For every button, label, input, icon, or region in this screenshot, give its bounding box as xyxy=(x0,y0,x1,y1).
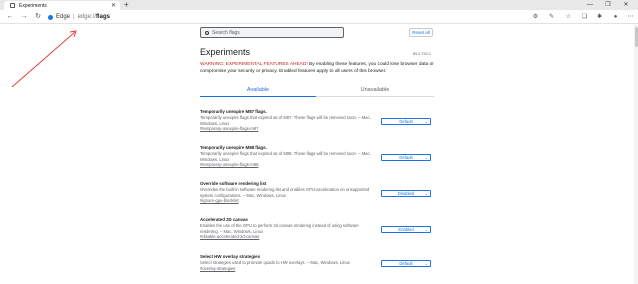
extensions-icon[interactable]: ✱ xyxy=(595,13,604,21)
address-bar[interactable]: Edge | edge:// flags xyxy=(46,12,516,22)
favorites-icon[interactable]: ☆ xyxy=(564,13,573,21)
browser-toolbar: ← → ↻ Edge | edge:// flags ⚙ ✎ ☆ ❏ ✱ ● ⋯ xyxy=(0,10,638,24)
flag-description: Select strategies used to promote quads … xyxy=(200,260,350,265)
flag-state-value: Default xyxy=(399,119,413,124)
minimize-button[interactable]: — xyxy=(582,0,598,10)
tab-available[interactable]: Available xyxy=(200,85,316,97)
flag-state-select[interactable]: Disabled ⌄ xyxy=(381,190,431,197)
tab-unavailable[interactable]: Unavailable xyxy=(316,85,434,97)
reload-button[interactable]: ↻ xyxy=(33,12,43,22)
scrollbar-thumb[interactable] xyxy=(634,27,638,47)
flag-description: Temporarily unexpire flags that expired … xyxy=(200,115,371,126)
chevron-down-icon: ⌄ xyxy=(424,191,428,196)
back-button[interactable]: ← xyxy=(5,12,15,22)
page-title: Experiments xyxy=(200,47,251,57)
flag-state-select[interactable]: Enabled ⌄ xyxy=(381,226,431,233)
chevron-down-icon: ⌄ xyxy=(424,155,428,160)
url-path: flags xyxy=(95,14,110,20)
tab-title: Experiments xyxy=(19,2,47,9)
collections-icon[interactable]: ❏ xyxy=(580,13,589,21)
flag-description: Temporarily unexpire flags that expired … xyxy=(200,151,371,162)
warning-text: WARNING: EXPERIMENTAL FEATURES AHEAD! By… xyxy=(200,62,436,75)
flag-anchor-link[interactable]: #ignore-gpu-blocklist xyxy=(200,198,436,204)
flag-anchor-link[interactable]: #temporary-unexpire-flags-m88 xyxy=(200,162,436,168)
flag-state-value: Default xyxy=(399,261,413,266)
tab-strip: Experiments ✕ + — ❐ ✕ xyxy=(0,0,638,10)
flag-state-value: Disabled xyxy=(397,191,415,196)
search-flags-input[interactable]: Search flags xyxy=(200,27,344,38)
new-tab-button[interactable]: + xyxy=(124,0,129,10)
site-settings-icon[interactable]: ⚙ xyxy=(531,13,540,21)
flag-state-value: Default xyxy=(399,155,413,160)
search-icon xyxy=(205,30,209,35)
warning-heading: WARNING: EXPERIMENTAL FEATURES AHEAD! xyxy=(200,62,308,67)
forward-button[interactable]: → xyxy=(19,12,29,22)
profile-icon[interactable]: ● xyxy=(611,13,620,21)
chevron-down-icon: ⌄ xyxy=(424,261,428,266)
site-label: Edge xyxy=(56,14,71,20)
search-placeholder: Search flags xyxy=(212,29,240,36)
chevron-down-icon: ⌄ xyxy=(424,119,428,124)
flag-entry: Override software rendering list Overrid… xyxy=(200,181,436,204)
flag-state-select[interactable]: Default ⌄ xyxy=(381,118,431,125)
version-label: 89.0.752.1 xyxy=(413,52,431,56)
flag-entry: Temporarily unexpire M88 flags. Temporar… xyxy=(200,145,436,168)
close-window-button[interactable]: ✕ xyxy=(618,0,634,10)
flag-entry: Select HW overlay strategies Select stra… xyxy=(200,254,436,271)
flag-anchor-link[interactable]: #temporary-unexpire-flags-m87 xyxy=(200,126,436,132)
pen-icon[interactable]: ✎ xyxy=(547,13,556,21)
flag-description: Enables the use of the GPU to perform 2d… xyxy=(200,223,359,234)
flag-description: Overrides the built-in software renderin… xyxy=(200,187,370,198)
reset-all-button[interactable]: Reset all xyxy=(409,28,433,37)
browser-tab[interactable]: Experiments ✕ xyxy=(4,1,120,10)
scrollbar[interactable] xyxy=(634,25,638,284)
chevron-down-icon: ⌄ xyxy=(424,227,428,232)
edge-logo-icon xyxy=(48,14,53,20)
maximize-button[interactable]: ❐ xyxy=(600,0,616,10)
url-scheme: edge:// xyxy=(77,14,96,20)
flag-entry: Temporarily unexpire M87 flags. Temporar… xyxy=(200,109,436,132)
flag-anchor-link[interactable]: #disable-accelerated-2d-canvas xyxy=(200,234,436,240)
more-icon[interactable]: ⋯ xyxy=(626,13,635,21)
address-separator: | xyxy=(73,14,75,20)
flask-icon xyxy=(10,3,15,8)
flag-state-select[interactable]: Default ⌄ xyxy=(381,260,431,267)
flag-state-select[interactable]: Default ⌄ xyxy=(381,154,431,161)
flag-entry: Accelerated 2D canvas Enables the use of… xyxy=(200,217,436,240)
tab-close-icon[interactable]: ✕ xyxy=(111,2,116,9)
flag-state-value: Enabled xyxy=(398,227,414,232)
